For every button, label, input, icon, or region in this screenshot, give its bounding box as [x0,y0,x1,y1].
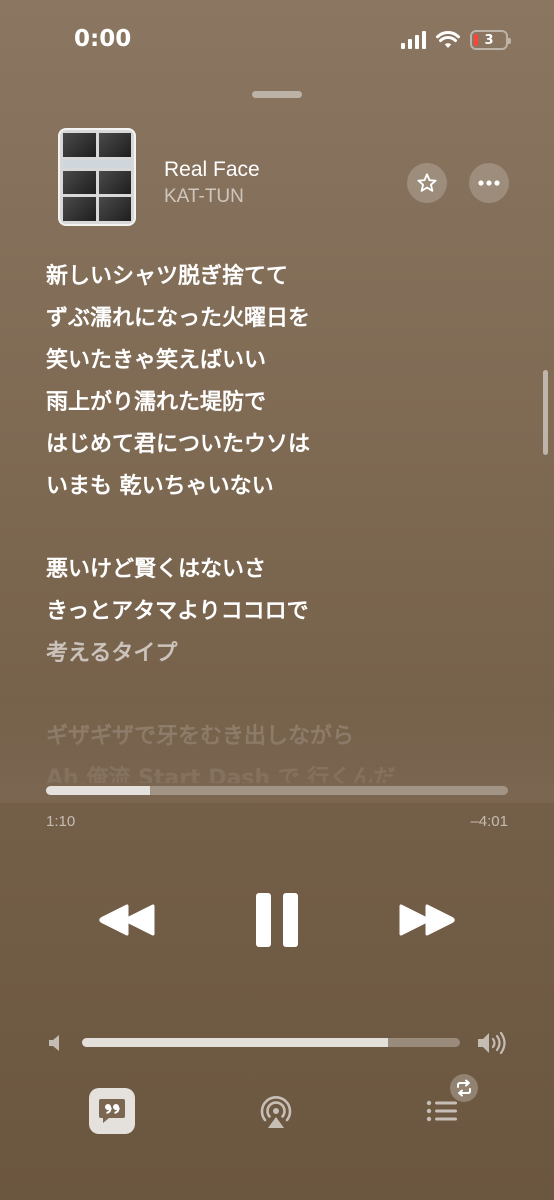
queue-list-icon [426,1100,457,1122]
album-artwork[interactable] [58,128,136,226]
lyric-line[interactable]: いまも 乾いちゃいない [46,466,516,508]
lyrics-button[interactable] [89,1088,135,1134]
airplay-button[interactable] [256,1092,296,1132]
lyric-line[interactable]: ギザギザで牙をむき出しながら [46,716,516,758]
quote-bubble-icon [99,1099,125,1123]
lyrics-panel[interactable]: 新しいシャツ脱ぎ捨てて ずぶ濡れになった火曜日を 笑いたきゃ笑えばいい 雨上がり… [46,256,516,800]
lyric-line[interactable]: はじめて君についたウソは [46,424,516,466]
more-options-button[interactable] [469,163,509,203]
lyric-line[interactable]: 考えるタイプ [46,633,516,675]
status-time: 0:00 [74,26,132,52]
fast-forward-button[interactable] [394,895,460,945]
airplay-icon [260,1096,292,1128]
battery-fill [474,34,478,46]
battery-level: 3 [484,32,494,48]
battery-icon: 3 [470,30,511,50]
playback-progress-fill [46,786,150,795]
pause-button[interactable] [247,888,307,952]
ellipsis-icon [478,180,500,186]
lyric-line[interactable]: ずぶ濡れになった火曜日を [46,298,516,340]
rewind-button[interactable] [94,895,160,945]
status-icons: 3 [401,30,511,50]
time-elapsed: 1:10 [46,813,76,830]
song-artist[interactable]: KAT-TUN [164,186,244,208]
status-bar: 0:00 3 [0,0,554,80]
lyric-line[interactable]: 新しいシャツ脱ぎ捨てて [46,256,516,298]
rewind-icon [99,904,155,936]
volume-fill [82,1038,389,1047]
volume-high-icon [478,1031,506,1055]
lyric-line[interactable]: 雨上がり濡れた堤防で [46,382,516,424]
fast-forward-icon [399,904,455,936]
lyric-line[interactable]: きっとアタマよりココロで [46,591,516,633]
volume-low-icon [49,1035,59,1051]
time-remaining: –4:01 [470,813,508,830]
favorite-button[interactable] [407,163,447,203]
repeat-icon [457,1079,471,1097]
volume-slider[interactable] [82,1038,460,1047]
cellular-signal-icon [401,31,426,49]
pause-icon [256,893,298,947]
song-title[interactable]: Real Face [164,158,260,182]
lyric-line[interactable]: 悪いけど賢くはないさ [46,549,516,591]
scroll-indicator[interactable] [543,370,548,455]
lyric-line[interactable]: 笑いたきゃ笑えばいい [46,340,516,382]
sheet-grabber[interactable] [252,91,302,98]
wifi-icon [436,31,460,48]
repeat-badge[interactable] [450,1074,478,1102]
star-icon [417,173,437,192]
playback-scrubber[interactable] [46,786,508,795]
